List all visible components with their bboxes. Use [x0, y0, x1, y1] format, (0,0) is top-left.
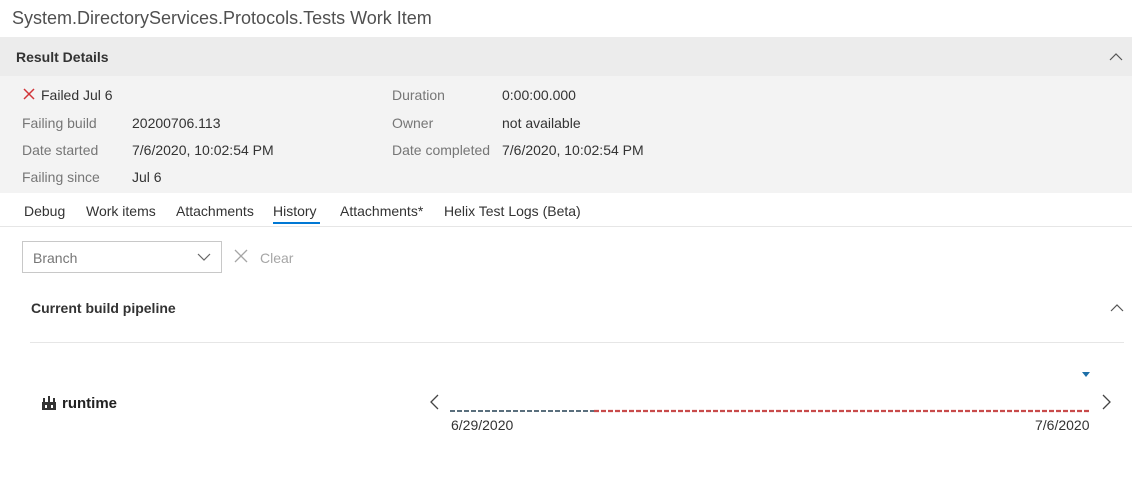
history-timeline[interactable] — [450, 408, 1090, 414]
field-label-date-started: Date started — [22, 142, 99, 158]
result-details-label: Result Details — [16, 49, 109, 65]
tab-helix-test-logs[interactable]: Helix Test Logs (Beta) — [444, 203, 581, 219]
current-build-marker-icon — [1082, 372, 1090, 377]
chevron-right-icon[interactable] — [1100, 393, 1114, 411]
failed-x-icon — [23, 88, 35, 100]
chevron-up-icon[interactable] — [1109, 300, 1125, 316]
timeline-end-date: 7/6/2020 — [1035, 417, 1090, 433]
clear-label: Clear — [260, 250, 294, 266]
field-label-duration: Duration — [392, 87, 445, 103]
tab-attachments-star[interactable]: Attachments* — [340, 203, 423, 219]
active-tab-indicator — [273, 222, 320, 224]
pipeline-section-title: Current build pipeline — [31, 300, 176, 316]
field-value-duration: 0:00:00.000 — [502, 87, 576, 103]
tab-debug[interactable]: Debug — [24, 203, 65, 219]
tab-history[interactable]: History — [273, 203, 317, 219]
repo-name[interactable]: runtime — [62, 395, 117, 412]
field-value-owner: not available — [502, 115, 581, 131]
result-details-header[interactable]: Result Details — [0, 37, 1132, 76]
field-label-owner: Owner — [392, 115, 434, 131]
section-divider — [30, 342, 1124, 343]
field-value-date-completed: 7/6/2020, 10:02:54 PM — [502, 142, 644, 158]
field-value-failing-build: 20200706.113 — [132, 115, 221, 131]
tab-work-items[interactable]: Work items — [86, 203, 156, 219]
pipeline-icon — [42, 396, 56, 410]
page-title: System.DirectoryServices.Protocols.Tests… — [12, 8, 432, 28]
tab-attachments[interactable]: Attachments — [176, 203, 254, 219]
chevron-left-icon[interactable] — [427, 393, 441, 411]
chevron-down-icon — [197, 253, 211, 261]
chevron-up-icon[interactable] — [1108, 49, 1124, 65]
timeline-start-date: 6/29/2020 — [451, 417, 514, 433]
field-value-failing-since: Jul 6 — [132, 169, 162, 185]
clear-x-icon — [234, 249, 248, 263]
tab-bar: Debug Work items Attachments History Att… — [0, 193, 1132, 227]
field-label-failing-build: Failing build — [22, 115, 97, 131]
field-label-date-completed: Date completed — [392, 142, 491, 158]
branch-dropdown[interactable]: Branch — [22, 241, 222, 273]
field-label-failing-since: Failing since — [22, 169, 100, 185]
status-text: Failed Jul 6 — [41, 87, 113, 103]
field-value-date-started: 7/6/2020, 10:02:54 PM — [132, 142, 274, 158]
branch-placeholder: Branch — [33, 250, 78, 266]
